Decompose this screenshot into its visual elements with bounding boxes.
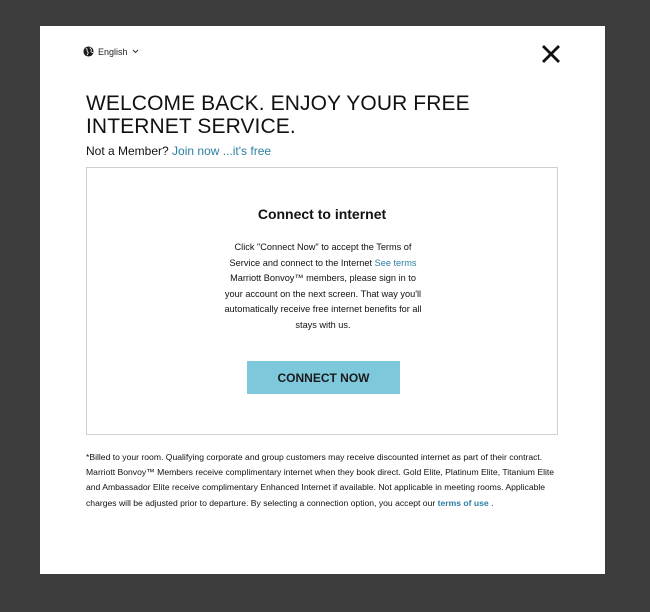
see-terms-link[interactable]: See terms <box>375 258 417 268</box>
disclaimer-end: . <box>488 497 494 508</box>
card-description-part2: Marriott Bonvoy™ members, please sign in… <box>224 273 422 330</box>
join-now-link[interactable]: Join now ...it's free <box>172 144 271 158</box>
connect-card: Connect to internet Click "Connect Now" … <box>86 167 558 435</box>
disclaimer: *Billed to your room. Qualifying corpora… <box>86 450 558 511</box>
terms-of-use-link[interactable]: terms of use <box>438 498 489 508</box>
welcome-modal: English WELCOME BACK. ENJOY YOUR FREE IN… <box>40 26 605 574</box>
card-title: Connect to internet <box>257 206 387 222</box>
language-label: English <box>98 46 128 57</box>
member-prompt: Not a Member? Join now ...it's free <box>86 144 271 158</box>
connect-now-button[interactable]: CONNECT NOW <box>247 361 400 394</box>
globe-icon <box>83 46 94 57</box>
member-prompt-text: Not a Member? <box>86 144 169 158</box>
page-title: WELCOME BACK. ENJOY YOUR FREE INTERNET S… <box>86 92 470 138</box>
card-description: Click "Connect Now" to accept the Terms … <box>221 240 425 334</box>
close-icon[interactable] <box>541 44 561 64</box>
language-selector[interactable]: English <box>83 46 139 57</box>
chevron-down-icon <box>132 49 139 54</box>
